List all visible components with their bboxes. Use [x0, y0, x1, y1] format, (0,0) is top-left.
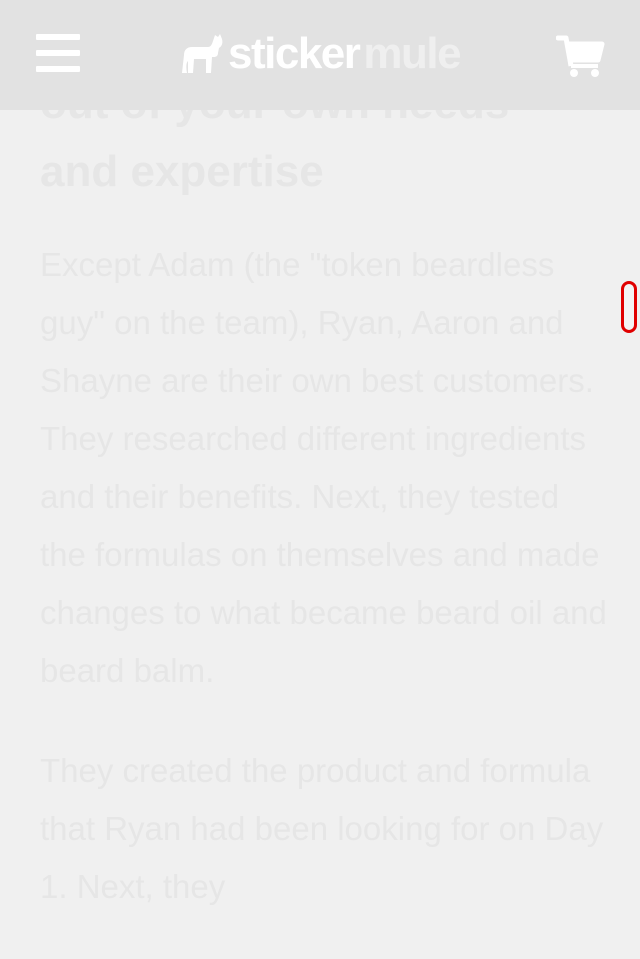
mule-logo-icon	[182, 34, 223, 73]
heading-line-2: and expertise	[40, 147, 324, 196]
logo-word-mule: mule	[363, 29, 461, 78]
scroll-indicator[interactable]	[621, 281, 637, 333]
article-content: out of your own needs and expertise Exce…	[40, 70, 610, 916]
article-paragraph-1: Except Adam (the "token beardless guy" o…	[40, 246, 607, 689]
page: out of your own needs and expertise Exce…	[0, 0, 640, 959]
shopping-cart-icon[interactable]	[555, 34, 606, 78]
article-paragraph-2: They created the product and formula tha…	[40, 752, 604, 905]
hamburger-menu-icon[interactable]	[36, 34, 82, 74]
top-navigation-bar: sticker mule	[0, 0, 640, 110]
logo-word-sticker: sticker	[228, 29, 361, 78]
stickermule-logo[interactable]: sticker mule	[178, 28, 462, 80]
